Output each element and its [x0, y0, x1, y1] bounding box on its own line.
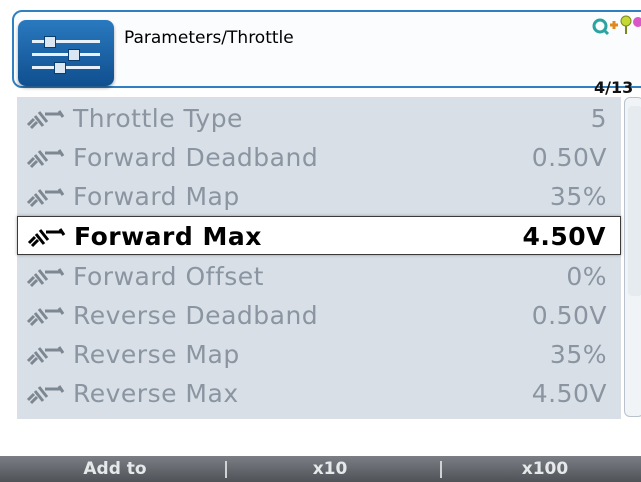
param-row-forward-offset[interactable]: Forward Offset 0%: [17, 257, 621, 296]
wrench-icon: [26, 385, 65, 405]
param-row-reverse-max[interactable]: Reverse Max 4.50V: [17, 374, 621, 413]
param-name: Forward Deadband: [73, 143, 319, 172]
param-value: 35%: [549, 340, 607, 369]
param-value: 4.50V: [531, 379, 607, 408]
wrench-icon: [26, 268, 65, 288]
slider-line: [32, 53, 100, 56]
softkey-divider: [225, 461, 227, 478]
param-value: 5: [590, 104, 607, 133]
page-counter: 4/13: [594, 78, 634, 97]
param-value: 35%: [549, 182, 607, 211]
param-value: 4.50V: [522, 222, 606, 251]
slider-knob: [44, 36, 56, 48]
slider-knob: [68, 49, 80, 61]
param-name: Forward Max: [74, 222, 262, 251]
wrench-icon: [26, 188, 65, 208]
param-name: Forward Map: [73, 182, 240, 211]
param-name: Reverse Deadband: [73, 301, 319, 330]
param-name: Reverse Max: [73, 379, 239, 408]
param-value: 0.50V: [531, 301, 607, 330]
wrench-icon: [26, 307, 65, 327]
header: Parameters/Throttle 4/13: [0, 0, 641, 97]
param-row-reverse-map[interactable]: Reverse Map 35%: [17, 335, 621, 374]
param-value: 0%: [566, 262, 607, 291]
slider-knob: [54, 62, 66, 74]
param-name: Throttle Type: [73, 104, 243, 133]
network-status-icon: [592, 15, 641, 36]
param-value: 0.50V: [531, 143, 607, 172]
wrench-icon: [26, 149, 65, 169]
param-name: Reverse Map: [73, 340, 240, 369]
scrollbar-thumb[interactable]: [628, 106, 641, 296]
softkey-divider: [440, 461, 442, 478]
param-row-forward-max[interactable]: Forward Max 4.50V: [17, 216, 621, 255]
softkey-bar: Add to x10 x100: [0, 456, 641, 482]
breadcrumb: Parameters/Throttle: [124, 28, 294, 48]
softkey-x100[interactable]: x100: [455, 456, 635, 482]
slider-line: [32, 66, 100, 69]
param-row-throttle-type[interactable]: Throttle Type 5: [17, 99, 621, 138]
param-row-forward-deadband[interactable]: Forward Deadband 0.50V: [17, 138, 621, 177]
param-row-reverse-deadband[interactable]: Reverse Deadband 0.50V: [17, 296, 621, 335]
parameter-list: Throttle Type 5 Forward Deadband 0.50V F…: [17, 97, 621, 419]
softkey-add-to[interactable]: Add to: [40, 456, 190, 482]
softkey-x10[interactable]: x10: [240, 456, 420, 482]
param-name: Forward Offset: [73, 262, 264, 291]
wrench-icon: [26, 346, 65, 366]
wrench-icon: [26, 110, 65, 130]
slider-line: [32, 40, 100, 43]
parameters-sliders-icon[interactable]: [18, 20, 114, 86]
wrench-icon: [27, 228, 66, 248]
param-row-forward-map[interactable]: Forward Map 35%: [17, 177, 621, 216]
scrollbar[interactable]: [624, 97, 641, 417]
